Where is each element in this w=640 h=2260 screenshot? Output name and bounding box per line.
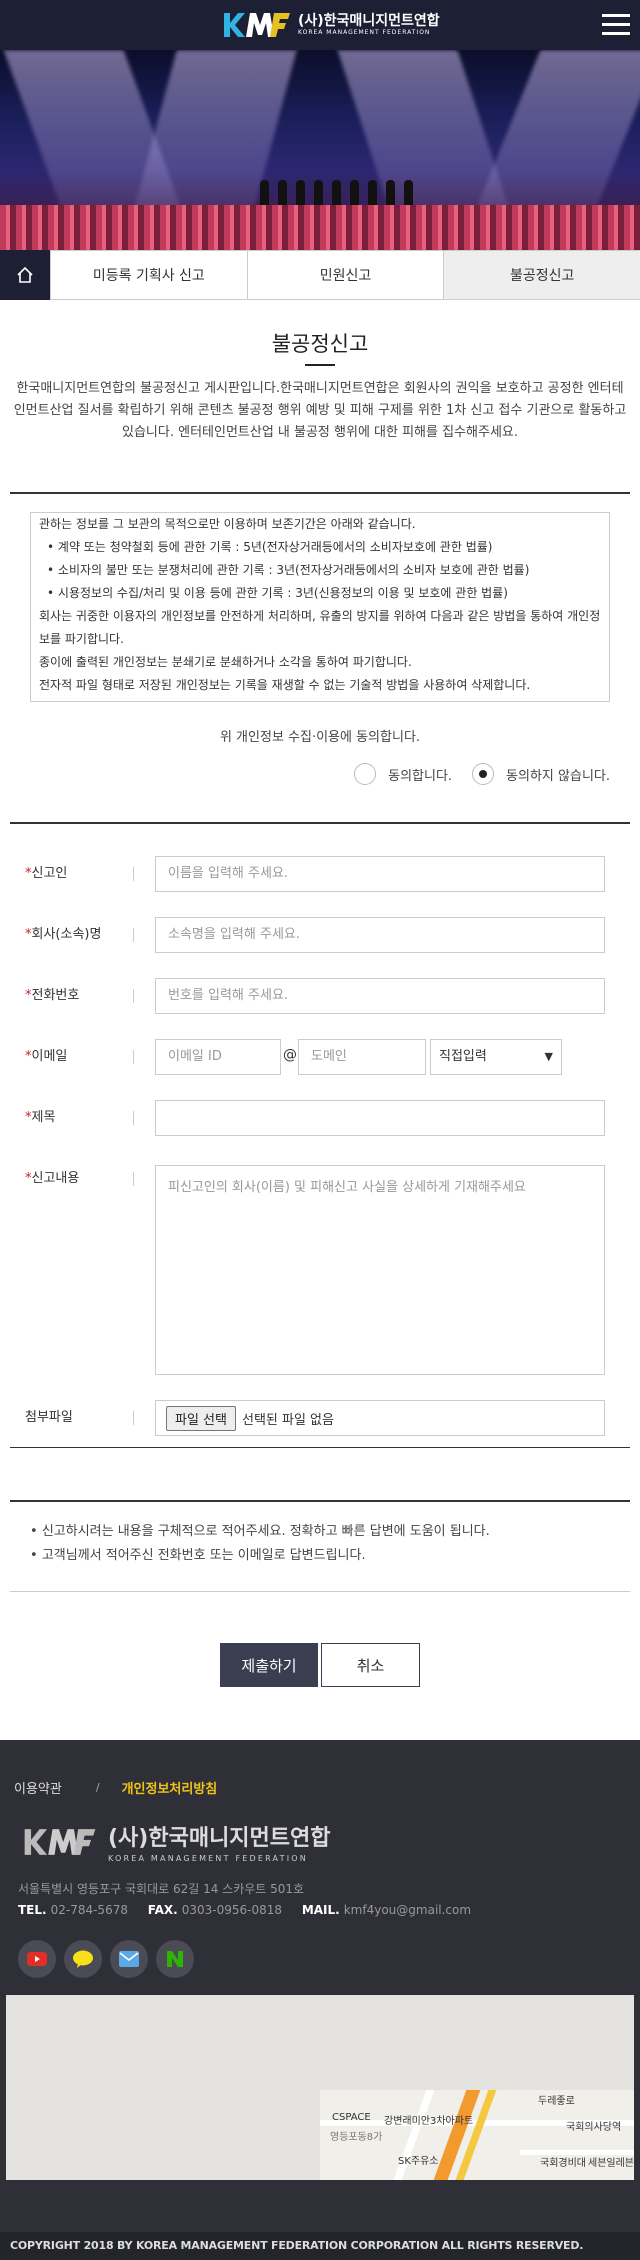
subject-input[interactable] — [155, 1100, 605, 1136]
tab-unfair-report[interactable]: 불공정신고 — [443, 250, 640, 299]
footer-mail: kmf4you@gmail.com — [343, 1903, 472, 1917]
kmf-logo-mark — [222, 11, 292, 39]
footer-tel: 02-784-5678 — [50, 1903, 128, 1917]
map-label: 강변래미안3차아파트 — [384, 2116, 474, 2127]
section-divider — [10, 1447, 630, 1448]
agree-radio[interactable] — [354, 763, 377, 785]
privacy-item: 소비자의 불만 또는 분쟁처리에 관한 기록 : 3년(전자상거래등에서의 소비… — [39, 559, 601, 582]
map-label: 국회경비대 — [540, 2158, 586, 2169]
privacy-item: 계약 또는 청약철회 등에 관한 기록 : 5년(전자상거래등에서의 소비자보호… — [39, 536, 601, 559]
disagree-radio[interactable] — [472, 763, 495, 785]
subject-row: *제목 — [25, 1100, 615, 1136]
subject-label: *제목 — [25, 1100, 135, 1136]
map-label: CSPACE — [332, 2112, 371, 2123]
site-footer: 이용약관 / 개인정보처리방침 (사)한국매니지먼트연합 KOREA MANAG… — [0, 1740, 640, 2260]
footer-links: 이용약관 / 개인정보처리방침 — [14, 1778, 217, 1797]
naver-icon[interactable] — [156, 1940, 194, 1978]
title-underline — [305, 364, 335, 366]
site-header: (사)한국매니지먼트연합 KOREA MANAGEMENT FEDERATION — [0, 0, 640, 50]
youtube-icon[interactable] — [18, 1940, 56, 1978]
footer-address: 서울특별시 영등포구 국회대로 62길 14 스카우트 501호 — [18, 1882, 305, 1896]
hamburger-menu-icon[interactable] — [602, 14, 630, 36]
hero-banner-image — [0, 50, 640, 250]
footer-contact: TEL. 02-784-5678 FAX. 0303-0956-0818 MAIL.… — [18, 1903, 472, 1917]
phone-row: *전화번호 번호를 입력해 주세요. — [25, 978, 615, 1014]
copyright-text: COPYRIGHT 2018 BY KOREA MANAGEMENT FEDER… — [0, 2232, 640, 2260]
content-textarea[interactable]: 피신고인의 회사(이름) 및 피해신고 사실을 상세하게 기재해주세요 — [155, 1165, 605, 1375]
tab-complaint-report[interactable]: 민원신고 — [246, 250, 444, 299]
privacy-policy-link[interactable]: 개인정보처리방침 — [122, 1778, 218, 1797]
reporter-row: *신고인 이름을 입력해 주세요. — [25, 856, 615, 892]
map-label: SK주유소 — [398, 2156, 439, 2167]
page-title: 불공정신고 — [271, 332, 369, 356]
map-label: 두레좋로 — [538, 2096, 575, 2107]
company-input[interactable]: 소속명을 입력해 주세요. — [155, 917, 605, 953]
mail-icon[interactable] — [110, 1940, 148, 1978]
privacy-text: 관하는 정보를 그 보관의 목적으로만 이용하며 보존기간은 아래와 같습니다. — [39, 517, 416, 531]
cancel-button[interactable]: 취소 — [321, 1643, 420, 1687]
notice-item: 고객님께서 적어주신 전화번호 또는 이메일로 답변드립니다. — [30, 1544, 610, 1568]
kmf-footer-logo-mark — [24, 1828, 96, 1855]
map-label: 국회의사당역 — [566, 2122, 622, 2133]
email-domain-select[interactable]: 직접입력 ▼ — [430, 1039, 562, 1075]
sns-links — [18, 1940, 202, 1978]
location-map[interactable]: CSPACE 강변래미안3차아파트 SK주유소 영등포동8가 국회의사당역 국회… — [6, 1995, 634, 2180]
reporter-label: *신고인 — [25, 856, 135, 892]
submit-button[interactable]: 제출하기 — [220, 1643, 318, 1687]
page-intro: 한국매니지먼트연합의 불공정신고 게시판입니다.한국매니지먼트연합은 회원사의 … — [13, 381, 627, 440]
email-domain-input[interactable]: 도메인 — [298, 1039, 426, 1075]
section-divider — [10, 492, 630, 494]
phone-input[interactable]: 번호를 입력해 주세요. — [155, 978, 605, 1014]
home-icon[interactable] — [0, 250, 50, 300]
agree-label[interactable]: 동의합니다. — [388, 765, 452, 784]
privacy-item: 시용정보의 수집/처리 및 이용 등에 관한 기록 : 3년(신용정보의 이용 … — [39, 582, 601, 605]
content-label: *신고내용 — [25, 1161, 135, 1197]
privacy-policy-box[interactable]: 관하는 정보를 그 보관의 목적으로만 이용하며 보존기간은 아래와 같습니다.… — [30, 512, 610, 702]
file-select-button[interactable]: 파일 선택 — [166, 1405, 236, 1431]
privacy-text: 전자적 파일 형태로 저장된 개인정보는 기록을 재생할 수 없는 기술적 방법… — [39, 678, 531, 692]
logo-text-ko: (사)한국매니지먼트연합 — [298, 13, 440, 29]
tab-unregistered-agency-report[interactable]: 미등록 기획사 신고 — [50, 250, 247, 299]
file-upload-field: 파일 선택 선택된 파일 없음 — [155, 1400, 605, 1436]
attach-label: 첨부파일 — [25, 1400, 135, 1436]
kakaotalk-icon[interactable] — [64, 1940, 102, 1978]
email-id-input[interactable]: 이메일 ID — [155, 1039, 281, 1075]
company-row: *회사(소속)명 소속명을 입력해 주세요. — [25, 917, 615, 953]
section-divider — [10, 822, 630, 824]
privacy-text: 회사는 귀중한 이용자의 개인정보를 안전하게 처리하며, 유출의 방지를 위하… — [39, 609, 601, 646]
email-row: *이메일 이메일 ID @ 도메인 직접입력 ▼ — [25, 1039, 615, 1075]
privacy-consent-question: 위 개인정보 수집·이용에 동의합니다. — [219, 730, 421, 745]
notice-item: 신고하시려는 내용을 구체적으로 적어주세요. 정확하고 빠른 답변에 도움이 … — [30, 1520, 610, 1544]
file-status-text: 선택된 파일 없음 — [241, 1412, 334, 1428]
footer-link-separator: / — [95, 1781, 100, 1794]
reporter-name-input[interactable]: 이름을 입력해 주세요. — [155, 856, 605, 892]
email-at-sign: @ — [283, 1047, 297, 1063]
sub-navigation-tabs: 미등록 기획사 신고 민원신고 불공정신고 — [0, 250, 640, 300]
map-label: 영등포동8가 — [330, 2132, 383, 2143]
logo-text-en: KOREA MANAGEMENT FEDERATION — [298, 29, 431, 36]
footer-logo-ko: (사)한국매니지먼트연합 — [108, 1826, 331, 1851]
footer-fax: 0303-0956-0818 — [181, 1903, 282, 1917]
disagree-label[interactable]: 동의하지 않습니다. — [506, 765, 610, 784]
terms-link[interactable]: 이용약관 — [14, 1778, 62, 1797]
map-label: 세븐일레븐 — [588, 2158, 634, 2169]
privacy-text: 종이에 출력된 개인정보는 분쇄기로 분쇄하거나 소각을 통하여 파기합니다. — [39, 655, 412, 669]
company-label: *회사(소속)명 — [25, 917, 135, 953]
chevron-down-icon: ▼ — [544, 1050, 553, 1063]
footer-logo: (사)한국매니지먼트연합 KOREA MANAGEMENT FEDERATION — [18, 1820, 331, 1863]
site-logo[interactable]: (사)한국매니지먼트연합 KOREA MANAGEMENT FEDERATION — [222, 10, 440, 40]
footer-logo-en: KOREA MANAGEMENT FEDERATION — [108, 1854, 308, 1863]
email-label: *이메일 — [25, 1039, 135, 1075]
phone-label: *전화번호 — [25, 978, 135, 1014]
privacy-consent-radios: 동의합니다. 동의하지 않습니다. — [354, 763, 610, 785]
notice-box: 신고하시려는 내용을 구체적으로 적어주세요. 정확하고 빠른 답변에 도움이 … — [10, 1500, 630, 1592]
